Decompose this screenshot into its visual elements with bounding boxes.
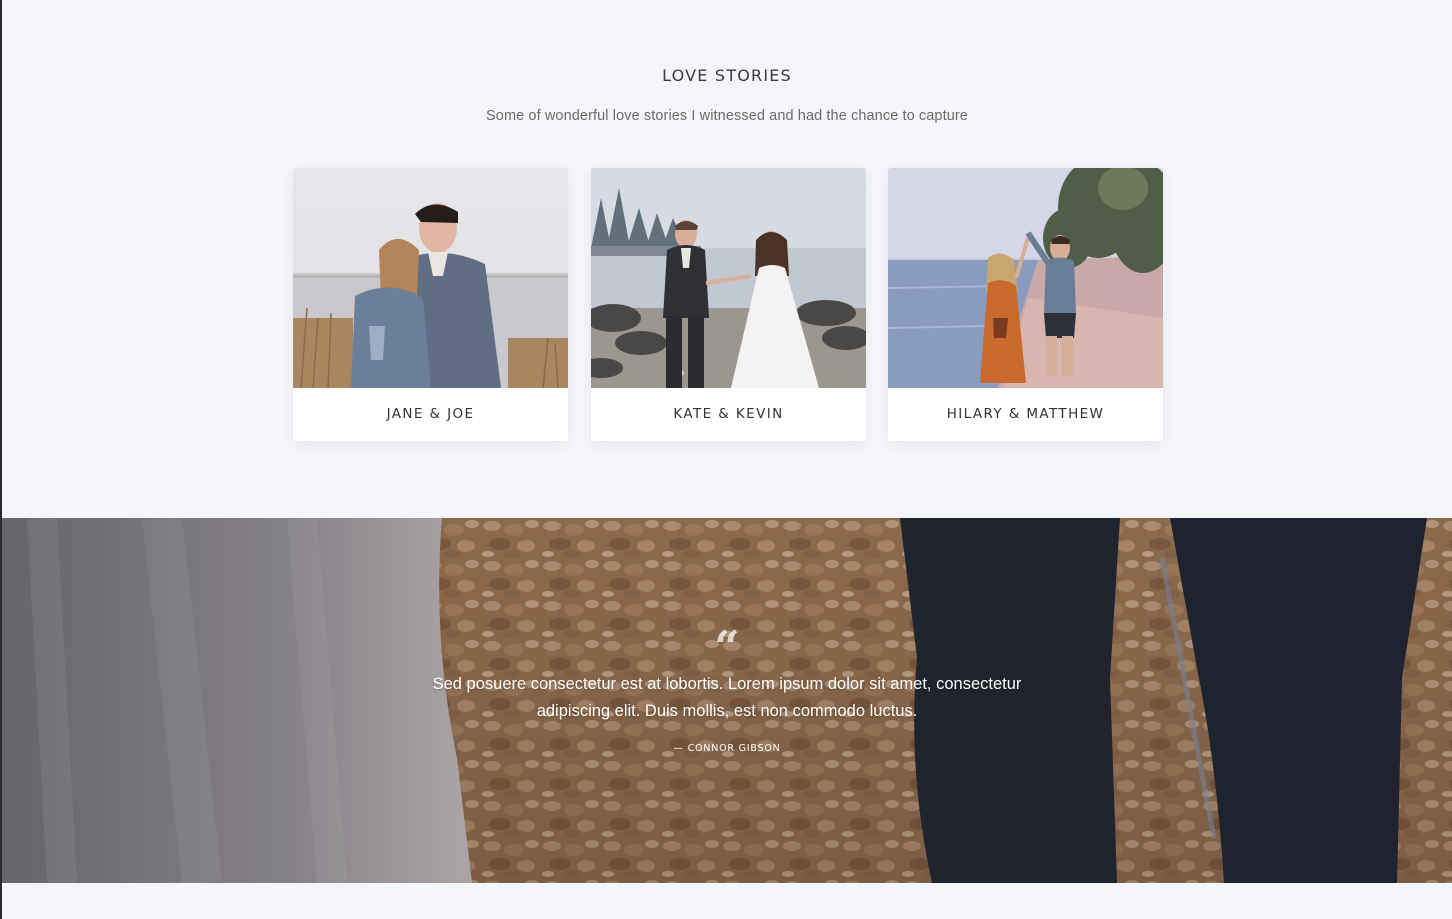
testimonial-section: “ Sed posuere consectetur est at loborti… [2,518,1452,883]
section-subtitle: Some of wonderful love stories I witness… [486,108,968,124]
story-cards: JANE & JOE KATE & KEVIN HILARY & MATTHEW [293,168,1163,441]
couple-name[interactable]: HILARY & MATTHEW [888,388,1163,441]
story-card-jane-joe[interactable]: JANE & JOE [293,168,568,441]
next-section-top [2,883,1452,919]
couple-photo[interactable] [888,168,1163,388]
couple-name[interactable]: JANE & JOE [293,388,568,441]
story-card-hilary-matthew[interactable]: HILARY & MATTHEW [888,168,1163,441]
testimonial-author: — CONNOR GIBSON [673,743,781,754]
quote-icon: “ [714,622,740,673]
couple-photo[interactable] [293,168,568,388]
love-stories-section: LOVE STORIES Some of wonderful love stor… [2,0,1452,518]
story-card-kate-kevin[interactable]: KATE & KEVIN [591,168,866,441]
couple-name[interactable]: KATE & KEVIN [591,388,866,441]
couple-photo[interactable] [591,168,866,388]
testimonial-quote: Sed posuere consectetur est at lobortis.… [432,675,1022,720]
section-title: LOVE STORIES [662,66,792,85]
